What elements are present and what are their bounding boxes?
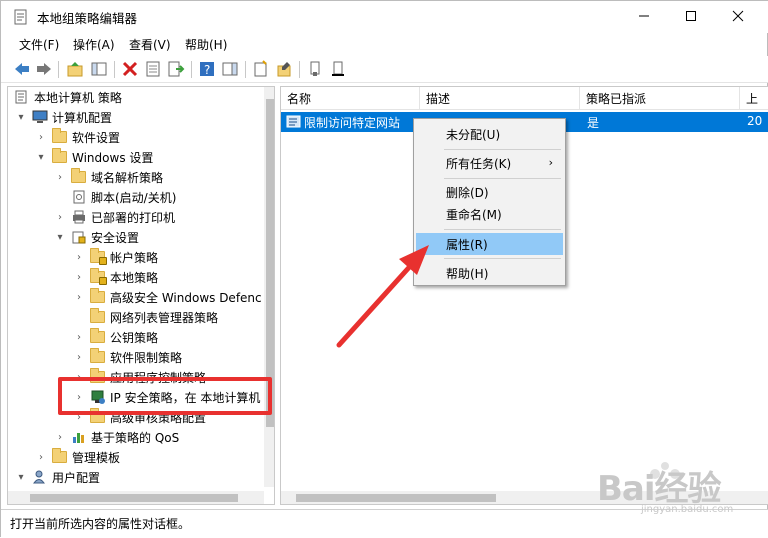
group-policy-editor-window: 本地组策略编辑器 文件(F) 操作(A) 查看(V) 帮助(H) ? 本地计算机… bbox=[0, 0, 768, 538]
watermark-subtext: jingyan.baidu.com bbox=[641, 504, 734, 515]
watermark-text: Bai经验 bbox=[597, 469, 722, 509]
